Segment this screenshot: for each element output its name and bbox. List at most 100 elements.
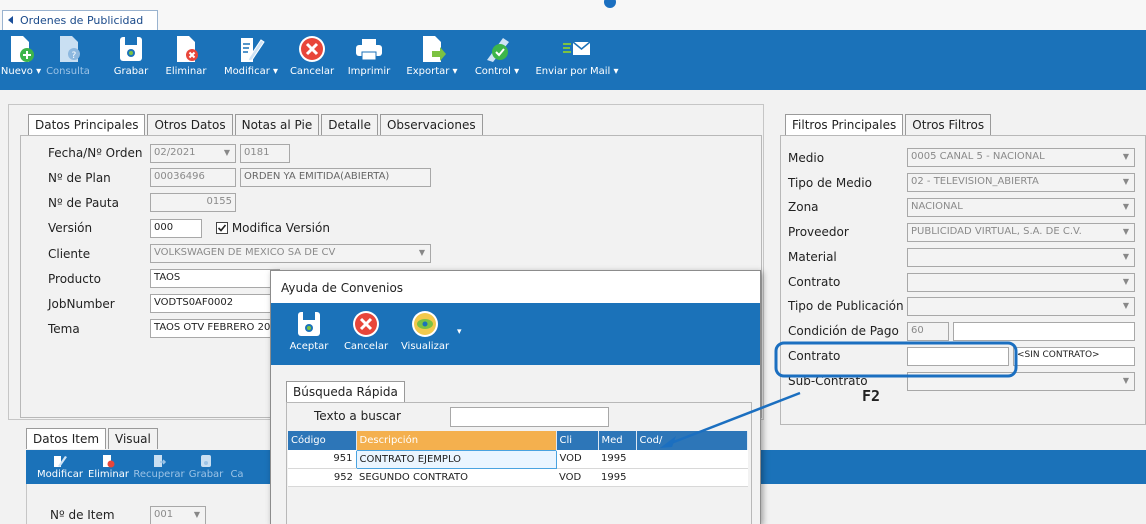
plan-field[interactable]: 00036496 — [150, 168, 236, 187]
main-tabs: Datos Principales Otros Datos Notas al P… — [28, 114, 485, 135]
visualizar-label: Visualizar — [400, 341, 450, 352]
control-button[interactable]: Control ▾ — [468, 34, 526, 77]
chevron-down-icon: ▼ — [1122, 152, 1130, 161]
cancelar-button[interactable]: Cancelar — [288, 34, 336, 77]
query-document-icon: ? — [60, 36, 80, 62]
cell-cod — [636, 468, 748, 487]
cancel-icon — [353, 311, 379, 337]
checkbox-checked-icon — [216, 222, 228, 234]
view-icon — [412, 311, 438, 337]
modificar-button[interactable]: Modificar ▾ — [218, 34, 284, 77]
cliente-select[interactable]: VOLKSWAGEN DE MEXICO SA DE CV ▼ — [150, 244, 431, 263]
tipo-publicacion-label: Tipo de Publicación — [788, 299, 904, 313]
condicion-pago-label: Condición de Pago — [788, 324, 899, 338]
chevron-down-icon: ▼ — [1122, 376, 1130, 385]
title-bar: Ordenes de Publicidad — [0, 0, 1146, 30]
nuevo-label: Nuevo ▾ — [0, 66, 42, 77]
exportar-button[interactable]: Exportar ▾ — [402, 34, 462, 77]
grabar-button[interactable]: Grabar — [108, 34, 154, 77]
cancel-icon — [229, 454, 245, 468]
dialog-cancelar-label: Cancelar — [343, 341, 389, 352]
column-cli[interactable]: Cli — [556, 431, 599, 450]
zona-value: NACIONAL — [911, 201, 963, 212]
job-field[interactable]: VODTS0AF0002 — [150, 294, 280, 313]
material-select[interactable]: ▼ — [907, 248, 1135, 267]
tab-datos-item[interactable]: Datos Item — [26, 428, 107, 449]
item-label: Nº de Item — [50, 508, 115, 522]
cell-codigo: 952 — [288, 468, 356, 487]
svg-text:?: ? — [72, 51, 77, 61]
contrato-desc: <SIN CONTRATO> — [1013, 347, 1135, 366]
tab-detalle[interactable]: Detalle — [321, 114, 378, 135]
column-descripcion[interactable]: Descripción — [356, 431, 557, 450]
producto-field[interactable]: TAOS — [150, 269, 280, 288]
medio-label: Medio — [788, 151, 825, 165]
modifica-version-checkbox[interactable]: Modifica Versión — [216, 221, 330, 235]
control-check-icon — [487, 38, 509, 62]
chevron-down-icon: ▼ — [1122, 301, 1130, 310]
imprimir-button[interactable]: Imprimir — [344, 34, 394, 77]
tipo-medio-label: Tipo de Medio — [788, 176, 872, 190]
save-icon — [298, 312, 320, 336]
item-select[interactable]: 001 ▼ — [150, 506, 206, 524]
tab-otros-datos[interactable]: Otros Datos — [147, 114, 233, 135]
imprimir-label: Imprimir — [347, 66, 391, 77]
cancel-icon — [299, 36, 325, 62]
tab-datos-principales[interactable]: Datos Principales — [28, 114, 146, 135]
tab-observaciones[interactable]: Observaciones — [379, 114, 483, 135]
search-input[interactable] — [450, 407, 609, 427]
visualizar-button[interactable]: Visualizar — [397, 309, 453, 352]
orden-field[interactable]: 0181 — [240, 144, 290, 163]
item-modificar-button[interactable]: Modificar — [36, 454, 84, 480]
tab-otros-filtros[interactable]: Otros Filtros — [905, 114, 992, 135]
dialog-title: Ayuda de Convenios — [271, 271, 760, 303]
item-eliminar-button[interactable]: Eliminar — [88, 454, 129, 480]
more-options-chevron-icon[interactable]: ▾ — [457, 327, 462, 337]
item-recuperar-button[interactable]: Recuperar — [132, 454, 186, 480]
filter-tabs: Filtros Principales Otros Filtros — [785, 114, 993, 135]
fecha-select[interactable]: 02/2021 ▼ — [150, 144, 236, 163]
chevron-down-icon: ▼ — [418, 248, 426, 257]
edit-document-icon — [241, 38, 265, 62]
item-cancelar-label: Ca — [230, 469, 244, 480]
edit-icon — [54, 456, 67, 467]
consulta-button[interactable]: ? Consulta — [44, 34, 92, 77]
item-recuperar-label: Recuperar — [133, 469, 185, 480]
tab-visual[interactable]: Visual — [108, 428, 158, 449]
eliminar-button[interactable]: Eliminar — [162, 34, 210, 77]
pauta-field[interactable]: 0155 — [150, 193, 236, 212]
exportar-label: Exportar ▾ — [406, 66, 458, 77]
table-row[interactable]: 952 SEGUNDO CONTRATO VOD 1995 — [288, 468, 748, 487]
enviar-mail-button[interactable]: Enviar por Mail ▾ — [532, 34, 622, 77]
producto-label: Producto — [48, 272, 101, 286]
fecha-label: Fecha/Nº Orden — [48, 146, 143, 160]
tema-field[interactable]: TAOS OTV FEBRERO 202 — [150, 319, 280, 338]
contrato-filter-select[interactable]: ▼ — [907, 273, 1135, 292]
column-codigo[interactable]: Código — [288, 431, 357, 450]
cell-descripcion[interactable]: SEGUNDO CONTRATO — [356, 468, 556, 487]
dialog-cancelar-button[interactable]: Cancelar — [341, 309, 391, 352]
document-tab[interactable]: Ordenes de Publicidad — [2, 10, 158, 30]
tab-notas-al-pie[interactable]: Notas al Pie — [234, 114, 320, 135]
save-icon — [201, 455, 211, 467]
grabar-label: Grabar — [113, 66, 149, 77]
aceptar-label: Aceptar — [289, 341, 329, 352]
item-cancelar-button[interactable]: Ca — [228, 454, 246, 480]
delete-document-icon — [177, 36, 198, 62]
tipo-medio-select[interactable]: 02 - TELEVISION_ABIERTA ▼ — [907, 173, 1135, 192]
aceptar-button[interactable]: Aceptar — [285, 309, 333, 352]
tab-filtros-principales[interactable]: Filtros Principales — [785, 114, 904, 135]
cell-descripcion[interactable]: CONTRATO EJEMPLO — [355, 449, 557, 469]
nuevo-button[interactable]: Nuevo ▾ — [0, 34, 42, 77]
zona-select[interactable]: NACIONAL ▼ — [907, 198, 1135, 217]
medio-select[interactable]: 0005 CANAL 5 - NACIONAL ▼ — [907, 148, 1135, 167]
new-document-icon — [11, 36, 34, 62]
tipo-publicacion-select[interactable]: ▼ — [907, 297, 1135, 316]
tab-busqueda-rapida[interactable]: Búsqueda Rápida — [286, 381, 405, 402]
column-med[interactable]: Med — [598, 431, 637, 450]
proveedor-select[interactable]: PUBLICIDAD VIRTUAL, S.A. DE C.V. ▼ — [907, 223, 1135, 242]
material-label: Material — [788, 250, 837, 264]
item-grabar-button[interactable]: Grabar — [188, 454, 224, 480]
export-document-icon — [423, 36, 446, 62]
version-field[interactable]: 000 — [150, 219, 202, 238]
